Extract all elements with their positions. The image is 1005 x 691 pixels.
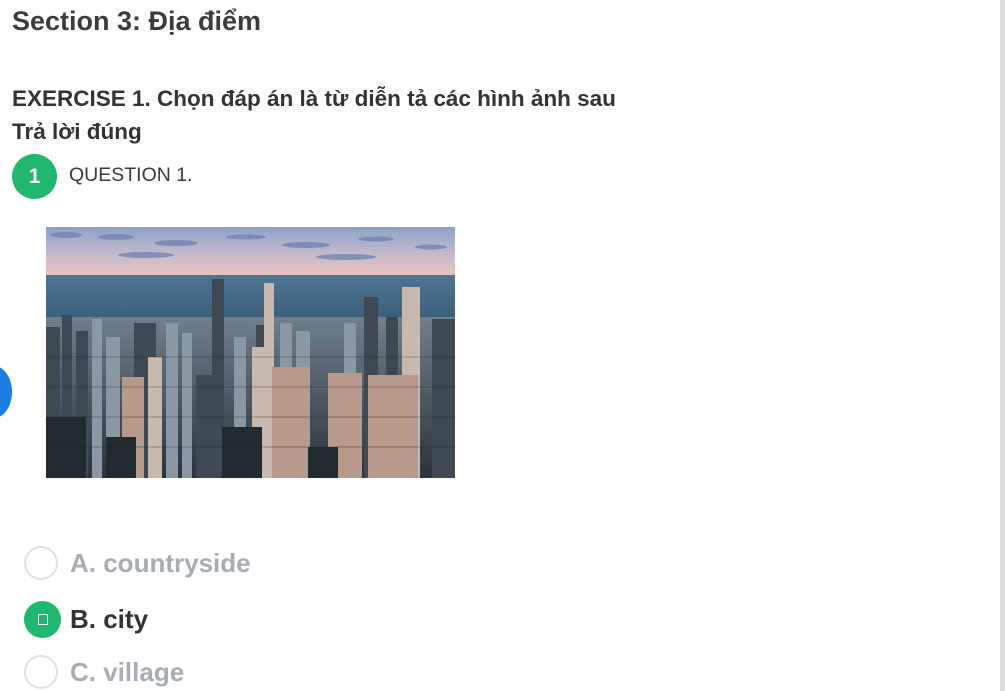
answer-option-c[interactable]: C. village [24,655,184,689]
section-title: Section 3: Địa điểm [12,6,262,36]
question-image [46,227,455,478]
answer-b-radio-selected[interactable] [24,601,61,638]
answer-a-label: A. countryside [70,547,251,578]
question-label: QUESTION 1. [69,164,193,186]
answer-option-a[interactable]: A. countryside [24,546,251,580]
side-nav-tab[interactable] [0,366,12,418]
answer-c-radio[interactable] [24,655,58,689]
answer-c-label: C. village [70,656,185,687]
answer-a-radio[interactable] [24,546,58,580]
answer-b-label: B. city [70,604,149,634]
answer-option-b[interactable]: B. city [24,601,148,638]
answer-result-label: Trả lời đúng [12,119,142,144]
check-glyph-icon [37,614,48,625]
page-right-edge [1000,0,1005,691]
exercise-title: EXERCISE 1. Chọn đáp án là từ diễn tả cá… [12,86,616,111]
exercise-header: EXERCISE 1. Chọn đáp án là từ diễn tả cá… [12,82,772,148]
question-number-badge: 1 [12,154,57,199]
